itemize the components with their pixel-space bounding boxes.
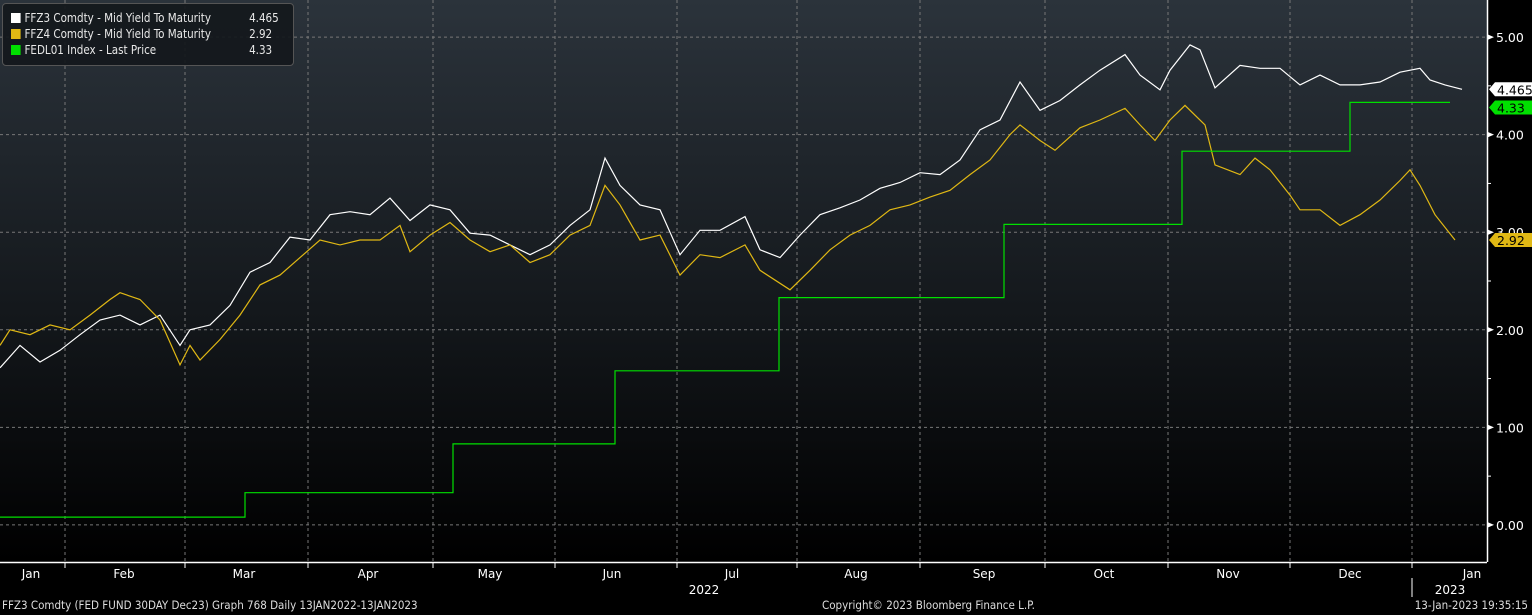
y-tick-marker <box>1487 326 1494 333</box>
x-month-label: Jun <box>602 567 622 581</box>
legend-value: 4.33 <box>249 43 273 57</box>
x-month-label: Apr <box>358 567 379 581</box>
y-tick-marker <box>1487 229 1494 236</box>
y-tick-label: 2.00 <box>1496 323 1524 338</box>
x-month-label: Sep <box>973 567 996 581</box>
legend-item-fedl01: FEDL01 Index - Last Price 4.33 <box>11 42 272 58</box>
legend-label: FFZ4 Comdty - Mid Yield To Maturity <box>24 27 212 41</box>
last-value-label: 4.33 <box>1497 100 1525 115</box>
legend-value: 2.92 <box>249 27 273 41</box>
legend-label: FEDL01 Index - Last Price <box>24 43 157 57</box>
y-tick-marker <box>1487 34 1494 41</box>
last-value-label: 2.92 <box>1497 233 1525 248</box>
bloomberg-chart: 0.00 1.00 2.00 3.00 4.00 5.00 Jan Feb Mar Apr May J… <box>0 0 1532 615</box>
x-month-label: May <box>478 567 503 581</box>
legend-item-ffz3: FFZ3 Comdty - Mid Yield To Maturity 4.465 <box>11 10 279 26</box>
legend: FFZ3 Comdty - Mid Yield To Maturity 4.465… <box>2 3 294 66</box>
x-month-label: Mar <box>233 567 256 581</box>
x-month-label: Feb <box>113 567 134 581</box>
x-month-label: Jul <box>724 567 739 581</box>
y-tick-label: 0.00 <box>1496 518 1524 533</box>
x-year-label: 2022 <box>689 583 720 597</box>
line-chart: 0.001.002.003.004.005.00Jan Feb Mar Apr May J… <box>0 0 1532 597</box>
x-month-label: Aug <box>844 567 867 581</box>
y-tick-marker <box>1487 424 1494 431</box>
footer-timestamp: 13-Jan-2023 19:35:15 <box>1414 598 1528 612</box>
legend-swatch <box>11 29 21 39</box>
y-tick-label: 4.00 <box>1496 128 1524 143</box>
legend-swatch <box>11 45 21 55</box>
x-month-label: Nov <box>1216 567 1239 581</box>
legend-value: 4.465 <box>249 11 279 25</box>
x-month-label: Oct <box>1094 567 1115 581</box>
y-tick-marker <box>1487 131 1494 138</box>
x-month-label: Jan <box>21 567 41 581</box>
y-tick-label: 1.00 <box>1496 420 1524 435</box>
x-year-label: 2023 <box>1435 583 1466 597</box>
y-tick-label: 5.00 <box>1496 30 1524 45</box>
legend-label: FFZ3 Comdty - Mid Yield To Maturity <box>24 11 212 25</box>
y-tick-marker <box>1487 521 1494 528</box>
plot-area <box>0 0 1487 562</box>
last-value-label: 4.465 <box>1497 82 1532 97</box>
x-month-label: Jan <box>1462 567 1482 581</box>
footer: FFZ3 Comdty (FED FUND 30DAY Dec23) Graph… <box>0 598 1532 615</box>
footer-copyright: Copyright© 2023 Bloomberg Finance L.P. <box>822 598 1035 612</box>
legend-item-ffz4: FFZ4 Comdty - Mid Yield To Maturity 2.92 <box>11 26 272 42</box>
x-month-label: Dec <box>1338 567 1361 581</box>
footer-security-info: FFZ3 Comdty (FED FUND 30DAY Dec23) Graph… <box>2 598 418 612</box>
legend-swatch <box>11 13 21 23</box>
